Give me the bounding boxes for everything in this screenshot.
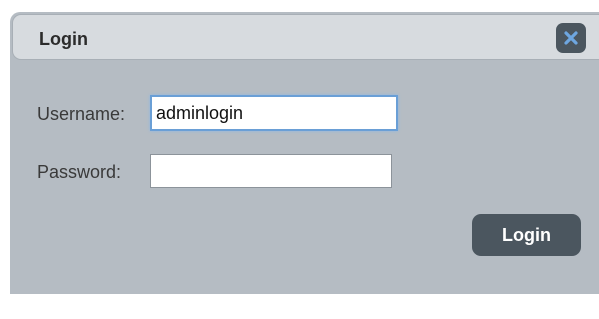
close-icon bbox=[564, 31, 578, 45]
password-label: Password: bbox=[37, 162, 122, 182]
login-button[interactable]: Login bbox=[472, 214, 581, 256]
username-input[interactable] bbox=[150, 95, 398, 131]
dialog-titlebar: Login bbox=[12, 14, 599, 60]
username-label: Username: bbox=[37, 104, 126, 124]
dialog-title: Login bbox=[39, 29, 88, 49]
login-dialog: Login Username: Password: Login bbox=[10, 12, 599, 294]
close-button[interactable] bbox=[556, 23, 586, 53]
password-input[interactable] bbox=[150, 154, 392, 188]
